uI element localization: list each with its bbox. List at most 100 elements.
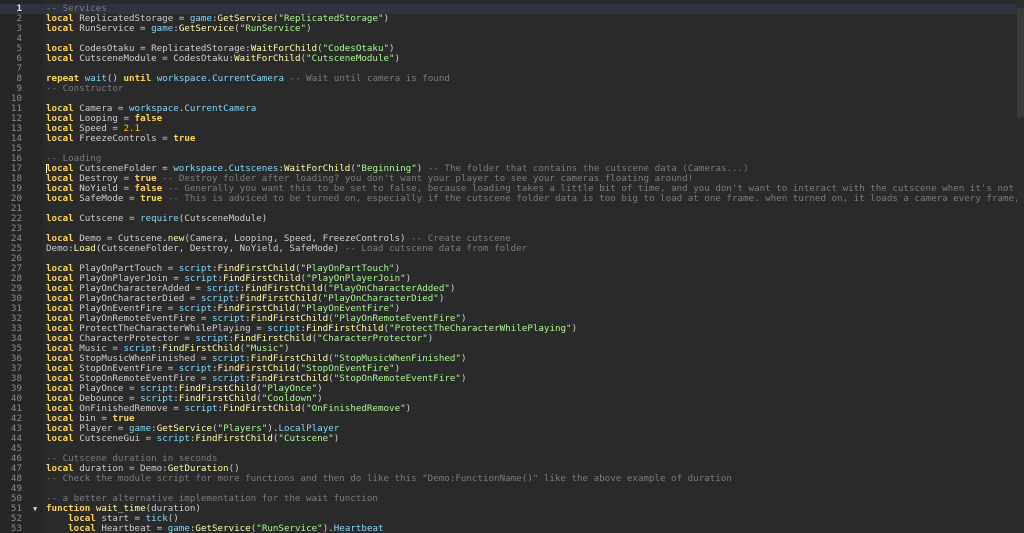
code-text: ) <box>460 374 467 384</box>
code-content: local StopMusicWhenFinished = script:Fin… <box>46 354 467 364</box>
code-line[interactable]: 45 <box>0 444 1020 454</box>
line-number: 12 <box>10 114 22 124</box>
code-line[interactable]: 36 local StopMusicWhenFinished = script:F… <box>0 354 1020 364</box>
code-line[interactable]: 22 local Cutscene = require(CutsceneModul… <box>0 214 1020 224</box>
code-line[interactable]: 47 local duration = Demo:GetDuration() <box>0 464 1020 474</box>
code-line[interactable]: 19 local NoYield = false -- Generally you… <box>0 184 1020 194</box>
keyword: local <box>46 334 74 344</box>
builtin: game <box>129 424 152 434</box>
scrollbar-thumb[interactable] <box>1017 8 1024 118</box>
code-line[interactable]: 48 -- Check the module script for more fu… <box>0 474 1020 484</box>
line-number: 49 <box>10 484 22 494</box>
code-line[interactable]: 28 local PlayOnPlayerJoin = script:FindFi… <box>0 274 1020 284</box>
code-line[interactable]: 37 local StopOnEventFire = script:FindFir… <box>0 364 1020 374</box>
code-line[interactable]: 15 <box>0 144 1020 154</box>
chevron-down-icon[interactable]: ▼ <box>33 504 37 514</box>
code-content: local bin = true <box>46 414 135 424</box>
code-line[interactable]: 46 -- Cutscene duration in seconds <box>0 454 1020 464</box>
builtin: script <box>178 304 212 314</box>
keyword: local <box>46 404 74 414</box>
code-line[interactable]: 13 local Speed = 2.1 <box>0 124 1020 134</box>
code-line[interactable]: 1 -- Services <box>0 4 1020 14</box>
code-line[interactable]: 3 local RunService = game:GetService("Run… <box>0 24 1020 34</box>
method-call: WaitForChild <box>250 44 318 54</box>
code-line[interactable]: 23 <box>0 224 1020 234</box>
code-text: StopMusicWhenFinished = <box>73 354 212 364</box>
line-number: 20 <box>10 194 22 204</box>
code-line[interactable]: 27 local PlayOnPartTouch = script:FindFir… <box>0 264 1020 274</box>
code-line[interactable]: 8 repeat wait() until workspace.CurrentCa… <box>0 74 1020 84</box>
line-number: 28 <box>10 274 22 284</box>
keyword: local <box>46 434 74 444</box>
line-number: 51 <box>10 504 22 514</box>
keyword: local <box>46 194 74 204</box>
builtin: game <box>151 24 174 34</box>
keyword: local <box>46 464 74 474</box>
method-call: new <box>167 234 185 244</box>
code-line[interactable]: 17 local CutsceneFolder = workspace.Cutsc… <box>0 164 1020 174</box>
code-line[interactable]: 29 local PlayOnCharacterAdded = script:Fi… <box>0 284 1020 294</box>
code-line[interactable]: 26 <box>0 254 1020 264</box>
code-line[interactable]: 30 local PlayOnCharacterDied = script:Fin… <box>0 294 1020 304</box>
code-line[interactable]: 14 local FreezeControls = true <box>0 134 1020 144</box>
line-number: 30 <box>10 294 22 304</box>
code-text: ). <box>267 424 279 434</box>
keyword: local <box>46 174 74 184</box>
line-number: 18 <box>10 174 22 184</box>
keyword: local <box>46 114 74 124</box>
code-line[interactable]: 4 <box>0 34 1020 44</box>
code-line[interactable]: 41 local OnFinishedRemove = script:FindFi… <box>0 404 1020 414</box>
code-text: ) <box>394 54 401 64</box>
code-line[interactable]: 53 local Heartbeat = game:GetService("Ru… <box>0 524 1020 533</box>
code-line[interactable]: 11 local Camera = workspace.CurrentCamera <box>0 104 1020 114</box>
code-line[interactable]: 18 local Destroy = true -- Destroy folder… <box>0 174 1020 184</box>
keyword: local <box>46 394 74 404</box>
code-line[interactable]: 21 <box>0 204 1020 214</box>
code-line[interactable]: 7 <box>0 64 1020 74</box>
code-text: Speed = <box>73 124 124 134</box>
code-line[interactable]: 52 local start = tick() <box>0 514 1020 524</box>
code-line[interactable]: 10 <box>0 94 1020 104</box>
code-text: StopOnEventFire = <box>73 364 179 374</box>
code-line[interactable]: 34 local CharacterProtector = script:Find… <box>0 334 1020 344</box>
code-line[interactable]: 49 <box>0 484 1020 494</box>
code-text: (Camera, Looping, Speed, FreezeControls) <box>184 234 412 244</box>
code-line[interactable]: 50 -- a better alternative implementation… <box>0 494 1020 504</box>
code-line[interactable]: 9 -- Constructor <box>0 84 1020 94</box>
code-line[interactable]: 39 local PlayOnce = script:FindFirstChild… <box>0 384 1020 394</box>
code-text: PlayOnCharacterAdded = <box>73 284 207 294</box>
code-text: ) <box>460 354 467 364</box>
code-line[interactable]: 16 -- Loading <box>0 154 1020 164</box>
code-line[interactable]: 2 local ReplicatedStorage = game:GetServi… <box>0 14 1020 24</box>
code-line[interactable]: 35 local Music = script:FindFirstChild("M… <box>0 344 1020 354</box>
vertical-scrollbar[interactable] <box>1017 0 1024 533</box>
code-line[interactable]: 33 local ProtectTheCharacterWhilePlaying … <box>0 324 1020 334</box>
line-number: 38 <box>10 374 22 384</box>
code-line[interactable]: 5 local CodesOtaku = ReplicatedStorage:Wa… <box>0 44 1020 54</box>
code-line[interactable]: 24 local Demo = Cutscene.new(Camera, Loop… <box>0 234 1020 244</box>
code-line[interactable]: 20 local SafeMode = true -- This is advic… <box>0 194 1020 204</box>
code-line[interactable]: 51 ▼ function wait_time(duration) <box>0 504 1020 514</box>
code-line[interactable]: 32 local PlayOnRemoteEventFire = script:F… <box>0 314 1020 324</box>
line-number: 32 <box>10 314 22 324</box>
code-line[interactable]: 12 local Looping = false <box>0 114 1020 124</box>
string-literal: "Cooldown" <box>261 394 318 404</box>
line-number: 1 <box>16 4 22 14</box>
code-line[interactable]: 38 local StopOnRemoteEventFire = script:F… <box>0 374 1020 384</box>
line-number: 41 <box>10 404 22 414</box>
string-literal: "ReplicatedStorage" <box>278 14 384 24</box>
code-line[interactable]: 44 local CutsceneGui = script:FindFirstCh… <box>0 434 1020 444</box>
code-line[interactable]: 25 Demo:Load(CutsceneFolder, Destroy, NoY… <box>0 244 1020 254</box>
code-line[interactable]: 31 local PlayOnEventFire = script:FindFir… <box>0 304 1020 314</box>
script-editor[interactable]: 1 -- Services 2 local ReplicatedStorage = g… <box>0 0 1024 533</box>
code-line[interactable]: 6 local CutsceneModule = CodesOtaku:WaitF… <box>0 54 1020 64</box>
code-line[interactable]: 42 local bin = true <box>0 414 1020 424</box>
builtin: script <box>206 284 240 294</box>
code-content: local CutsceneFolder = workspace.Cutscen… <box>46 164 749 174</box>
code-line[interactable]: 43 local Player = game:GetService("Player… <box>0 424 1020 434</box>
builtin: tick <box>145 514 168 524</box>
code-text: CutsceneFolder = <box>73 164 174 174</box>
code-content: local FreezeControls = true <box>46 134 195 144</box>
code-content: local Cutscene = require(CutsceneModule) <box>46 214 267 224</box>
code-line[interactable]: 40 local Debounce = script:FindFirstChild… <box>0 394 1020 404</box>
